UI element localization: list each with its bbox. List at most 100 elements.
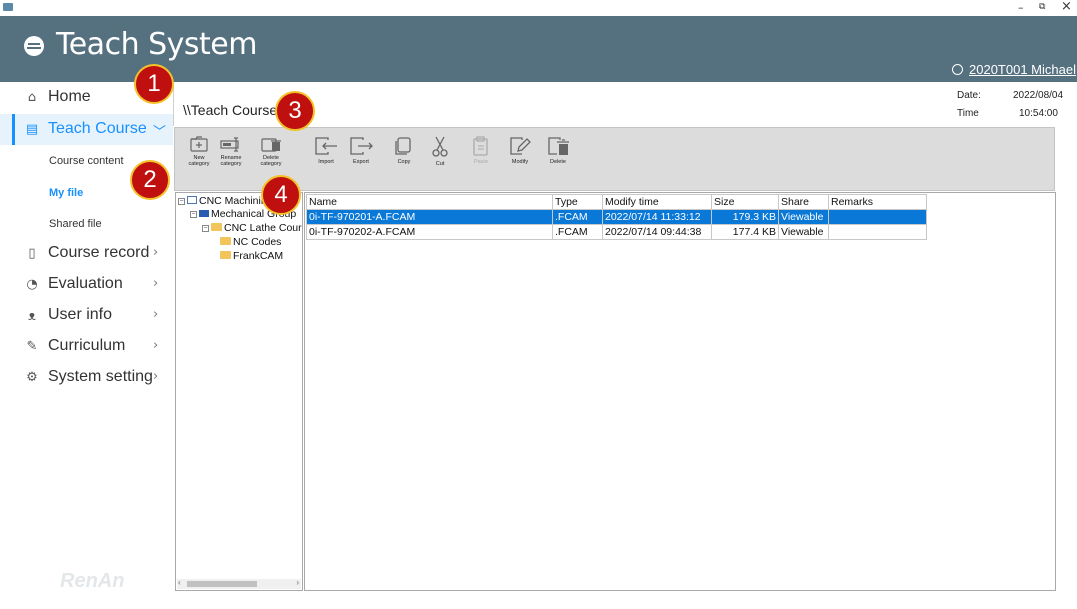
sidebar-item-curriculum[interactable]: ✎ Curriculum › xyxy=(0,331,173,362)
tree-node-cnc-lathe-course[interactable]: − CNC Lathe Course xyxy=(202,222,302,234)
column-header-type[interactable]: Type xyxy=(552,194,603,210)
button-label: Cut xyxy=(435,161,445,167)
file-grid: Name Type Modify time Size Share Remarks… xyxy=(304,192,1056,591)
submenu-shared-file[interactable]: Shared file xyxy=(49,218,102,230)
tree-node-cnc-machining[interactable]: − CNC Machining xyxy=(178,195,273,207)
sidebar-item-label: System setting xyxy=(48,368,153,385)
copy-button[interactable]: Copy xyxy=(385,136,423,165)
pencil-icon: ✎ xyxy=(26,339,38,354)
callout-badge-2: 2 xyxy=(130,160,170,200)
paste-button[interactable]: Paste xyxy=(462,136,500,165)
breadcrumb: \\Teach Course\ xyxy=(183,102,282,118)
folder-icon xyxy=(220,251,231,259)
scrollbar-thumb[interactable] xyxy=(187,581,257,587)
cell-size: 177.4 KB xyxy=(711,224,779,240)
column-header-remarks[interactable]: Remarks xyxy=(828,194,927,210)
modify-button[interactable]: Modify xyxy=(501,136,539,165)
delete-button[interactable]: Delete xyxy=(539,136,577,165)
callout-badge-4: 4 xyxy=(261,175,301,215)
cell-type: .FCAM xyxy=(552,224,603,240)
callout-badge-3: 3 xyxy=(275,91,315,131)
rename-category-button[interactable]: Rename category xyxy=(212,136,250,167)
tree-node-frankcam[interactable]: FrankCAM xyxy=(220,250,283,262)
delete-category-button[interactable]: Delete category xyxy=(252,136,290,167)
export-icon xyxy=(350,137,373,155)
scroll-left-icon[interactable]: ‹ xyxy=(178,578,181,587)
column-header-name[interactable]: Name xyxy=(306,194,553,210)
book-icon xyxy=(187,196,197,204)
folder-icon xyxy=(220,237,231,245)
edit-file-icon xyxy=(510,137,531,155)
app-icon xyxy=(3,3,13,11)
table-row[interactable]: 0i-TF-970201-A.FCAM .FCAM 2022/07/14 11:… xyxy=(306,209,927,225)
minimize-button[interactable]: – xyxy=(1018,1,1024,14)
button-label: Paste xyxy=(473,159,489,165)
sidebar-item-label: Evaluation xyxy=(48,275,123,292)
cell-remarks xyxy=(828,224,927,240)
collapse-icon[interactable]: − xyxy=(190,211,197,218)
button-label: Import xyxy=(318,159,334,165)
cell-name: 0i-TF-970202-A.FCAM xyxy=(306,224,553,240)
tree-node-label: FrankCAM xyxy=(233,250,284,262)
clock-icon: ◔ xyxy=(26,277,38,292)
tree-node-label: NC Codes xyxy=(233,236,282,248)
table-row[interactable]: 0i-TF-970202-A.FCAM .FCAM 2022/07/14 09:… xyxy=(306,224,927,240)
scissors-icon xyxy=(432,136,448,157)
folder-icon xyxy=(211,223,222,231)
delete-folder-icon xyxy=(261,138,281,152)
sidebar-item-label: Course record xyxy=(48,244,150,261)
chevron-right-icon: › xyxy=(153,245,159,260)
flag-icon xyxy=(199,210,209,217)
sidebar-item-teach-course[interactable]: ▤ Teach Course ﹀ xyxy=(0,114,173,145)
sidebar-item-user-info[interactable]: ᴥ User info › xyxy=(0,300,173,331)
sidebar-item-course-record[interactable]: ▯ Course record › xyxy=(0,238,173,269)
cut-button[interactable]: Cut xyxy=(421,136,459,167)
copy-icon xyxy=(395,137,411,155)
chevron-right-icon: › xyxy=(153,307,159,322)
window-titlebar: – ⧉ × xyxy=(0,0,1077,16)
user-name-link[interactable]: 2020T001 Michael xyxy=(969,62,1076,77)
file-toolbar: New category Rename category Delete cate… xyxy=(174,127,1055,191)
date-value: 2022/08/04 xyxy=(1013,90,1064,101)
user-icon: ᴥ xyxy=(28,309,36,324)
home-icon: ⌂ xyxy=(27,90,37,105)
sidebar-item-label: Curriculum xyxy=(48,337,126,354)
button-label: Modify xyxy=(511,159,529,165)
chevron-right-icon: › xyxy=(153,276,159,291)
submenu-course-content[interactable]: Course content xyxy=(49,155,124,167)
new-folder-icon xyxy=(190,136,208,152)
delete-file-icon xyxy=(548,137,569,155)
collapse-icon[interactable]: − xyxy=(178,198,185,205)
scroll-right-icon[interactable]: › xyxy=(296,578,299,587)
cell-name: 0i-TF-970201-A.FCAM xyxy=(306,209,553,225)
cell-size: 179.3 KB xyxy=(711,209,779,225)
clipboard-icon xyxy=(473,136,488,156)
helmet-logo-icon xyxy=(24,36,44,56)
sidebar-item-label: Home xyxy=(48,88,91,105)
submenu-my-file[interactable]: My file xyxy=(49,187,83,199)
sidebar-item-label: User info xyxy=(48,306,113,323)
export-button[interactable]: Export xyxy=(342,136,380,165)
table-header-row: Name Type Modify time Size Share Remarks xyxy=(306,194,927,210)
column-header-share[interactable]: Share xyxy=(778,194,829,210)
rename-icon xyxy=(220,137,239,152)
tree-horizontal-scrollbar[interactable]: ‹ › xyxy=(177,578,301,589)
tree-node-nc-codes[interactable]: NC Codes xyxy=(220,236,281,248)
cell-modify-time: 2022/07/14 11:33:12 xyxy=(602,209,712,225)
document-icon: ▯ xyxy=(28,246,36,261)
import-button[interactable]: Import xyxy=(307,136,345,165)
time-value: 10:54:00 xyxy=(1019,108,1058,119)
chevron-down-icon: ﹀ xyxy=(153,125,167,140)
column-header-size[interactable]: Size xyxy=(711,194,779,210)
column-header-modify-time[interactable]: Modify time xyxy=(602,194,712,210)
category-tree: − CNC Machining − Mechanical Group − CNC La… xyxy=(175,192,303,591)
restore-button[interactable]: ⧉ xyxy=(1039,2,1045,12)
date-label: Date: xyxy=(957,90,981,101)
time-label: Time xyxy=(957,108,979,119)
gear-icon: ⚙ xyxy=(26,370,38,385)
close-button[interactable]: × xyxy=(1061,0,1072,14)
collapse-icon[interactable]: − xyxy=(202,225,209,232)
button-label: category xyxy=(220,161,242,167)
sidebar-item-system-setting[interactable]: ⚙ System setting › xyxy=(0,362,173,393)
sidebar-item-evaluation[interactable]: ◔ Evaluation › xyxy=(0,269,173,300)
